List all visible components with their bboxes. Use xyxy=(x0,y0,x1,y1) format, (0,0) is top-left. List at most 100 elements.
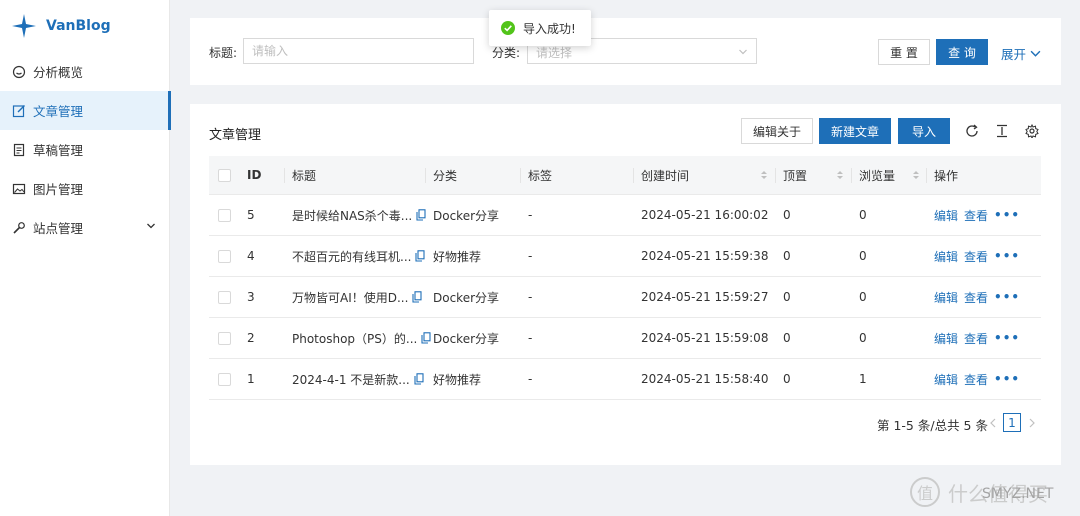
row-actions: 编辑 查看 ••• xyxy=(934,195,1020,235)
sidebar-item-site[interactable]: 站点管理 xyxy=(0,208,170,247)
brand-logo[interactable]: VanBlog xyxy=(12,12,111,40)
edit-link[interactable]: 编辑 xyxy=(934,289,958,306)
image-icon xyxy=(12,183,26,194)
row-actions: 编辑 查看 ••• xyxy=(934,359,1020,399)
reset-button[interactable]: 重 置 xyxy=(878,39,930,65)
more-actions-button[interactable]: ••• xyxy=(994,372,1020,386)
view-link[interactable]: 查看 xyxy=(964,248,988,265)
copy-icon[interactable] xyxy=(412,291,422,303)
row-views: 0 xyxy=(859,249,867,263)
edit-link[interactable]: 编辑 xyxy=(934,330,958,347)
query-button[interactable]: 查 询 xyxy=(936,39,988,65)
row-title[interactable]: 是时候给NAS杀个毒... xyxy=(292,207,412,224)
settings-gear-icon[interactable] xyxy=(1025,124,1039,138)
sort-icon[interactable] xyxy=(912,169,920,181)
row-title-cell: 万物皆可AI！使用D... xyxy=(292,277,422,317)
category-filter-label: 分类: xyxy=(492,46,521,60)
edit-link[interactable]: 编辑 xyxy=(934,248,958,265)
search-panel: 标题: 分类: 请选择 重 置 查 询 展开 xyxy=(190,18,1061,85)
row-created: 2024-05-21 16:00:02 xyxy=(641,208,769,222)
row-checkbox[interactable] xyxy=(218,331,231,345)
pagination-page-1[interactable]: 1 xyxy=(1003,413,1021,432)
copy-icon[interactable] xyxy=(416,209,426,221)
copy-icon[interactable] xyxy=(414,373,424,385)
expand-filters-button[interactable]: 展开 xyxy=(1001,44,1041,63)
table-row: 2 Photoshop（PS）的... Docker分享 - 2024-05-2… xyxy=(209,318,1041,359)
select-all-checkbox[interactable] xyxy=(218,168,231,182)
sidebar-item-label: 文章管理 xyxy=(33,104,84,119)
sort-icon[interactable] xyxy=(836,169,844,181)
watermark-logo-icon: 值 xyxy=(910,477,940,507)
row-tags: - xyxy=(528,290,533,304)
expand-label: 展开 xyxy=(1001,47,1027,62)
row-title[interactable]: Photoshop（PS）的... xyxy=(292,330,417,347)
row-actions: 编辑 查看 ••• xyxy=(934,318,1020,358)
column-header-title[interactable]: 标题 xyxy=(292,156,316,194)
row-views: 0 xyxy=(859,290,867,304)
row-id: 5 xyxy=(247,208,255,222)
row-category: 好物推荐 xyxy=(433,249,482,264)
new-article-button[interactable]: 新建文章 xyxy=(819,118,891,144)
row-checkbox[interactable] xyxy=(218,372,231,386)
row-checkbox[interactable] xyxy=(218,290,231,304)
sidebar-item-images[interactable]: 图片管理 xyxy=(0,169,170,208)
tool-icon xyxy=(13,221,25,234)
success-toast: 导入成功! xyxy=(489,10,591,46)
title-search-input[interactable] xyxy=(243,38,474,64)
reload-icon[interactable] xyxy=(965,124,979,138)
row-created: 2024-05-21 15:59:38 xyxy=(641,249,769,263)
category-select-placeholder: 请选择 xyxy=(536,46,573,60)
watermark: 值 什么值得买 SMYZ.NET xyxy=(910,472,1053,512)
dashboard-icon xyxy=(12,65,26,78)
view-link[interactable]: 查看 xyxy=(964,371,988,388)
chevron-right-icon[interactable] xyxy=(1027,417,1037,429)
row-title[interactable]: 2024-4-1 不是新款... xyxy=(292,371,410,388)
more-actions-button[interactable]: ••• xyxy=(994,249,1020,263)
table-row: 4 不超百元的有线耳机... 好物推荐 - 2024-05-21 15:59:3… xyxy=(209,236,1041,277)
sidebar: VanBlog 分析概览 文章管理 草稿管理 图片管理 站点管理 xyxy=(0,0,171,516)
view-link[interactable]: 查看 xyxy=(964,207,988,224)
column-header-views[interactable]: 浏览量 xyxy=(859,156,895,194)
column-height-icon[interactable] xyxy=(995,124,1009,138)
more-actions-button[interactable]: ••• xyxy=(994,290,1020,304)
row-title-cell: Photoshop（PS）的... xyxy=(292,318,431,358)
table-header: ID 标题 分类 标签 创建时间 顶置 浏览量 操作 xyxy=(209,156,1041,195)
sort-icon[interactable] xyxy=(760,169,768,181)
import-button[interactable]: 导入 xyxy=(898,118,950,144)
row-title[interactable]: 不超百元的有线耳机... xyxy=(292,248,411,265)
more-actions-button[interactable]: ••• xyxy=(994,208,1020,222)
more-actions-button[interactable]: ••• xyxy=(994,331,1020,345)
chevron-left-icon[interactable] xyxy=(988,417,998,429)
row-category: Docker分享 xyxy=(433,208,500,223)
row-checkbox[interactable] xyxy=(218,249,231,263)
row-checkbox[interactable] xyxy=(218,208,231,222)
column-header-id[interactable]: ID xyxy=(247,156,261,194)
view-link[interactable]: 查看 xyxy=(964,289,988,306)
row-created: 2024-05-21 15:59:27 xyxy=(641,290,769,304)
row-tags: - xyxy=(528,331,533,345)
table-row: 3 万物皆可AI！使用D... Docker分享 - 2024-05-21 15… xyxy=(209,277,1041,318)
edit-about-button[interactable]: 编辑关于 xyxy=(741,118,813,144)
edit-link[interactable]: 编辑 xyxy=(934,371,958,388)
column-header-tags[interactable]: 标签 xyxy=(528,156,552,194)
check-circle-icon xyxy=(501,21,515,35)
copy-icon[interactable] xyxy=(415,250,426,262)
column-header-created[interactable]: 创建时间 xyxy=(641,156,689,194)
row-category: 好物推荐 xyxy=(433,372,482,387)
title-filter-label: 标题: xyxy=(209,46,238,60)
row-title-cell: 2024-4-1 不是新款... xyxy=(292,359,424,399)
toast-text: 导入成功! xyxy=(523,21,576,36)
sidebar-item-label: 草稿管理 xyxy=(33,143,84,158)
column-header-category[interactable]: 分类 xyxy=(433,156,457,194)
row-tags: - xyxy=(528,372,533,386)
brand-name: VanBlog xyxy=(46,18,111,34)
column-header-pinned[interactable]: 顶置 xyxy=(783,156,807,194)
sidebar-item-drafts[interactable]: 草稿管理 xyxy=(0,130,170,169)
view-link[interactable]: 查看 xyxy=(964,330,988,347)
sidebar-item-articles[interactable]: 文章管理 xyxy=(0,91,171,130)
copy-icon[interactable] xyxy=(421,332,431,344)
edit-link[interactable]: 编辑 xyxy=(934,207,958,224)
sidebar-item-dashboard[interactable]: 分析概览 xyxy=(0,52,170,91)
row-views: 1 xyxy=(859,372,867,386)
row-title[interactable]: 万物皆可AI！使用D... xyxy=(292,289,408,306)
